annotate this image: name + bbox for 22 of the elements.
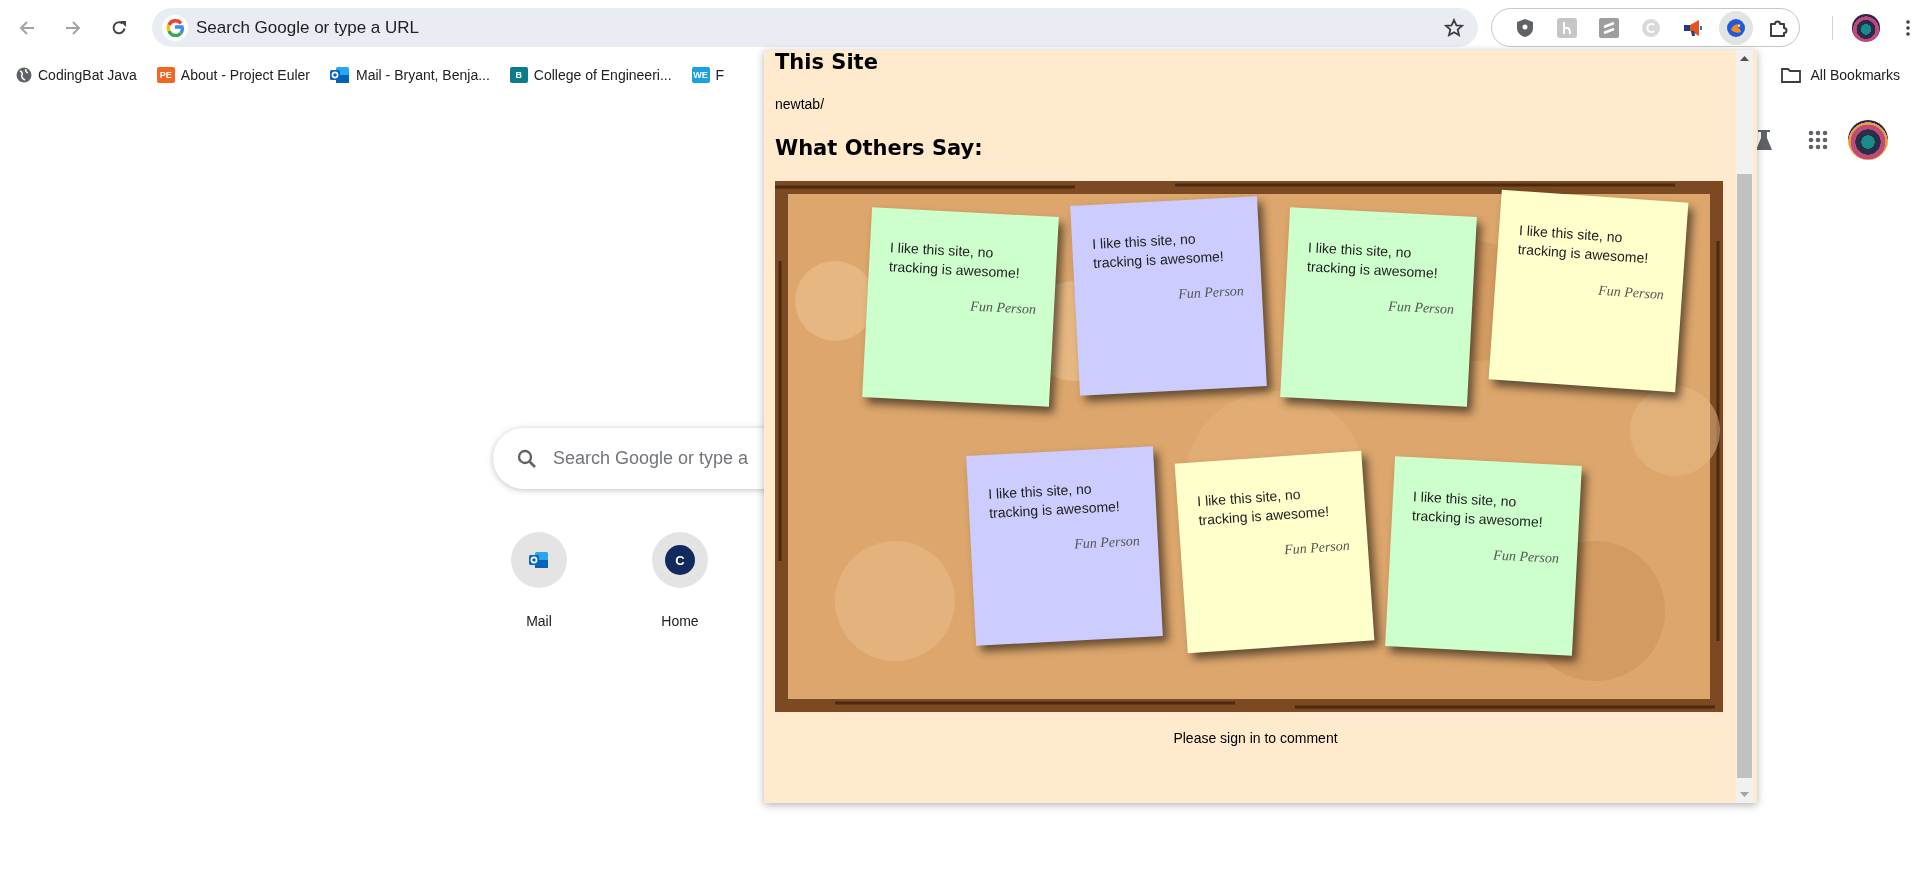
- section-heading: What Others Say:: [775, 136, 984, 160]
- sign-in-message: Please sign in to comment: [1172, 729, 1339, 747]
- badge-icon: B: [509, 67, 528, 83]
- note-author: Fun Person: [1492, 546, 1560, 568]
- note-author: Fun Person: [1177, 283, 1245, 304]
- badge-icon: WE: [691, 67, 710, 83]
- note-text: I like this site, no tracking is awesome!: [987, 479, 1122, 523]
- note-text: I like this site, no tracking is awesome!: [1196, 484, 1331, 530]
- section-heading: This Site: [775, 50, 879, 74]
- note-text: I like this site, no tracking is awesome!: [1411, 487, 1545, 533]
- note-text: I like this site, no tracking is awesome!: [1306, 238, 1439, 283]
- note-text: I like this site, no tracking is awesome!: [888, 238, 1021, 283]
- note-author: Fun Person: [968, 297, 1037, 318]
- note-text: I like this site, no tracking is awesome!: [1092, 229, 1226, 274]
- badge-icon: PE: [156, 67, 175, 83]
- letter-icon: C: [665, 545, 695, 575]
- site-path: newtab/: [775, 95, 826, 113]
- note-author: Fun Person: [1386, 297, 1455, 318]
- note-text: I like this site, no tracking is awesome!: [1517, 220, 1651, 268]
- note-author: Fun Person: [1282, 537, 1350, 559]
- note-author: Fun Person: [1072, 532, 1141, 554]
- note-author: Fun Person: [1597, 281, 1665, 304]
